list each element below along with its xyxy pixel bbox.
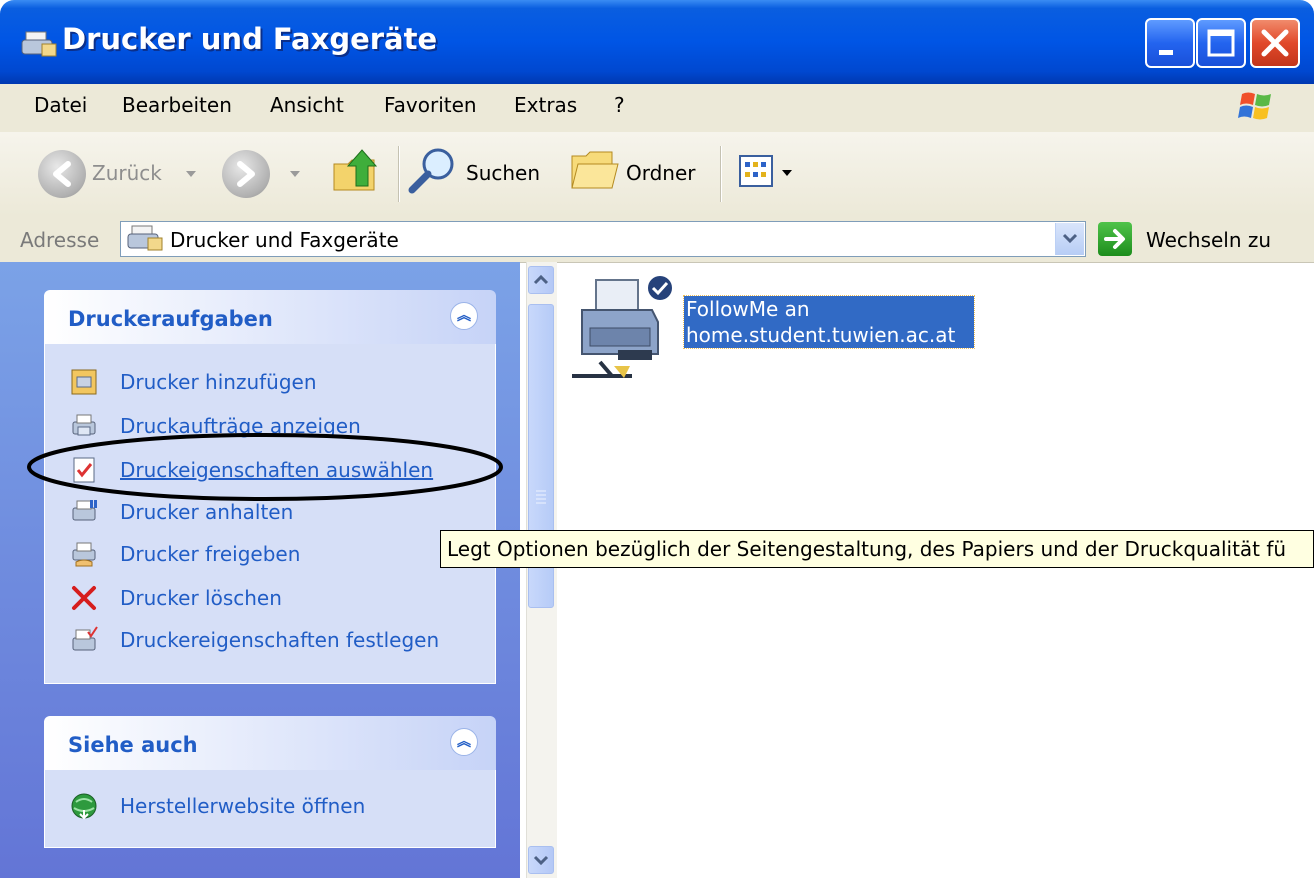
forward-dropdown-icon[interactable]: [290, 171, 300, 177]
back-label[interactable]: Zurück: [92, 161, 162, 185]
share-printer-icon: [72, 542, 96, 567]
see-also-title[interactable]: Siehe auch: [68, 733, 198, 757]
minimize-icon: [1159, 50, 1173, 55]
address-value[interactable]: Drucker und Faxgeräte: [170, 228, 399, 252]
minimize-button[interactable]: [1145, 18, 1195, 68]
menu-datei[interactable]: Datei: [34, 93, 87, 117]
collapse-see-also-icon[interactable]: ︽: [450, 728, 478, 756]
scroll-down-button[interactable]: [528, 846, 554, 874]
address-label: Adresse: [20, 228, 100, 252]
go-arrow-icon: [1104, 229, 1125, 249]
chevron-up-icon: [533, 274, 549, 285]
back-dropdown-icon[interactable]: [186, 171, 196, 177]
windows-logo-icon: [1238, 92, 1271, 120]
view-dropdown-icon[interactable]: [782, 170, 792, 176]
menu-bearbeiten[interactable]: Bearbeiten: [122, 93, 232, 117]
maximize-button[interactable]: [1196, 18, 1246, 68]
highlight-ellipse: [27, 433, 503, 501]
maximize-icon: [1207, 29, 1235, 57]
folders-label[interactable]: Ordner: [626, 161, 696, 185]
delete-icon: [72, 586, 96, 610]
task-add-printer[interactable]: Drucker hinzufügen: [120, 370, 317, 394]
menu-favoriten[interactable]: Favoriten: [384, 93, 477, 117]
go-button[interactable]: [1098, 222, 1132, 256]
scroll-up-button[interactable]: [528, 266, 554, 294]
task-delete-printer[interactable]: Drucker löschen: [120, 586, 282, 610]
view-grid-icon[interactable]: [738, 152, 778, 192]
go-label[interactable]: Wechseln zu: [1146, 228, 1271, 252]
forward-button[interactable]: [222, 150, 270, 198]
up-folder-icon[interactable]: [328, 142, 384, 198]
task-pause-printer[interactable]: Drucker anhalten: [120, 500, 293, 524]
add-printer-icon: [71, 369, 97, 395]
printer-folder-icon: [127, 225, 163, 251]
chevron-down-icon: [1062, 233, 1078, 244]
menu-ansicht[interactable]: Ansicht: [270, 93, 344, 117]
menu-help[interactable]: ?: [614, 93, 625, 117]
chevron-down-icon: [533, 855, 549, 866]
back-button[interactable]: [38, 150, 86, 198]
pause-printer-icon: [72, 500, 97, 521]
task-set-printer-properties[interactable]: Druckereigenschaften festlegen: [120, 628, 439, 652]
task-manufacturer-website[interactable]: Herstellerwebsite öffnen: [120, 794, 365, 818]
collapse-printer-tasks-icon[interactable]: ︽: [450, 302, 478, 330]
close-button[interactable]: [1250, 18, 1300, 68]
address-dropdown-button[interactable]: [1055, 223, 1084, 255]
search-label[interactable]: Suchen: [466, 161, 540, 185]
globe-icon: [71, 793, 97, 820]
tooltip: Legt Optionen bezüglich der Seitengestal…: [440, 530, 1314, 568]
close-icon: [1261, 29, 1289, 57]
task-share-printer[interactable]: Drucker freigeben: [120, 542, 300, 566]
printer-tasks-title[interactable]: Druckeraufgaben: [68, 307, 273, 331]
back-arrow-icon: [53, 161, 71, 187]
search-icon[interactable]: [404, 142, 460, 198]
tooltip-text: Legt Optionen bezüglich der Seitengestal…: [447, 537, 1287, 561]
folders-icon[interactable]: [568, 144, 622, 196]
network-printer-icon[interactable]: [572, 270, 672, 382]
toolbar-separator: [720, 146, 722, 202]
printer-properties-icon: [72, 626, 98, 651]
printer-name-label[interactable]: FollowMe an home.student.tuwien.ac.at: [683, 295, 975, 349]
menu-extras[interactable]: Extras: [514, 93, 577, 117]
window-title: Drucker und Faxgeräte: [62, 22, 438, 56]
printer-name-line1: FollowMe an: [686, 297, 810, 321]
forward-arrow-icon: [237, 161, 255, 187]
printer-folder-icon: [21, 31, 57, 57]
toolbar-separator: [398, 146, 400, 202]
printer-name-line2: home.student.tuwien.ac.at: [686, 323, 956, 347]
